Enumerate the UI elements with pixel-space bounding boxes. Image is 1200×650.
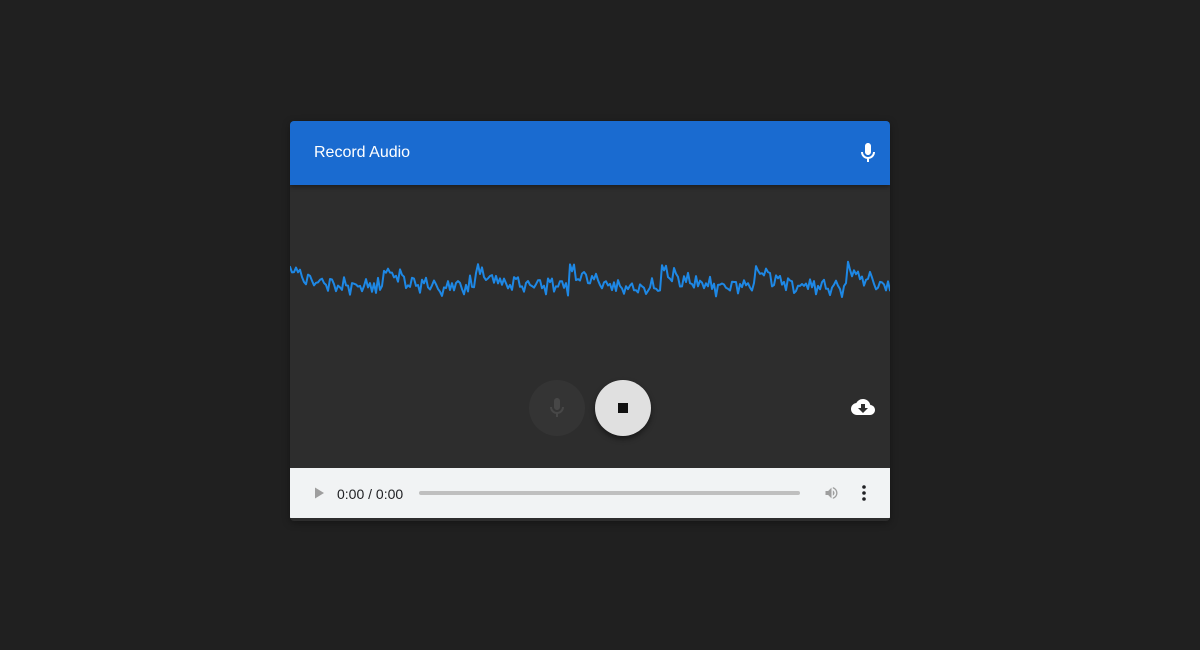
microphone-icon: [856, 141, 880, 165]
waveform-visualizer: [290, 185, 890, 385]
microphone-icon: [550, 398, 564, 417]
audio-player: 0:00 / 0:00: [290, 468, 890, 518]
cloud-download-icon: [851, 399, 875, 415]
waveform-line: [290, 260, 890, 298]
play-icon[interactable]: [312, 486, 326, 500]
record-button[interactable]: [529, 380, 585, 436]
page-title: Record Audio: [314, 144, 411, 161]
volume-icon[interactable]: [823, 485, 840, 501]
seek-slider[interactable]: [419, 491, 800, 495]
waveform-svg: [290, 260, 890, 298]
time-display: 0:00 / 0:00: [337, 486, 404, 502]
stop-button[interactable]: [595, 380, 651, 436]
app-bar: Record Audio: [290, 121, 890, 185]
record-audio-card: Record Audio 0:00 / 0:00: [290, 121, 890, 521]
stop-icon: [618, 403, 628, 413]
download-button[interactable]: [850, 395, 876, 419]
more-vert-icon[interactable]: [858, 484, 870, 502]
